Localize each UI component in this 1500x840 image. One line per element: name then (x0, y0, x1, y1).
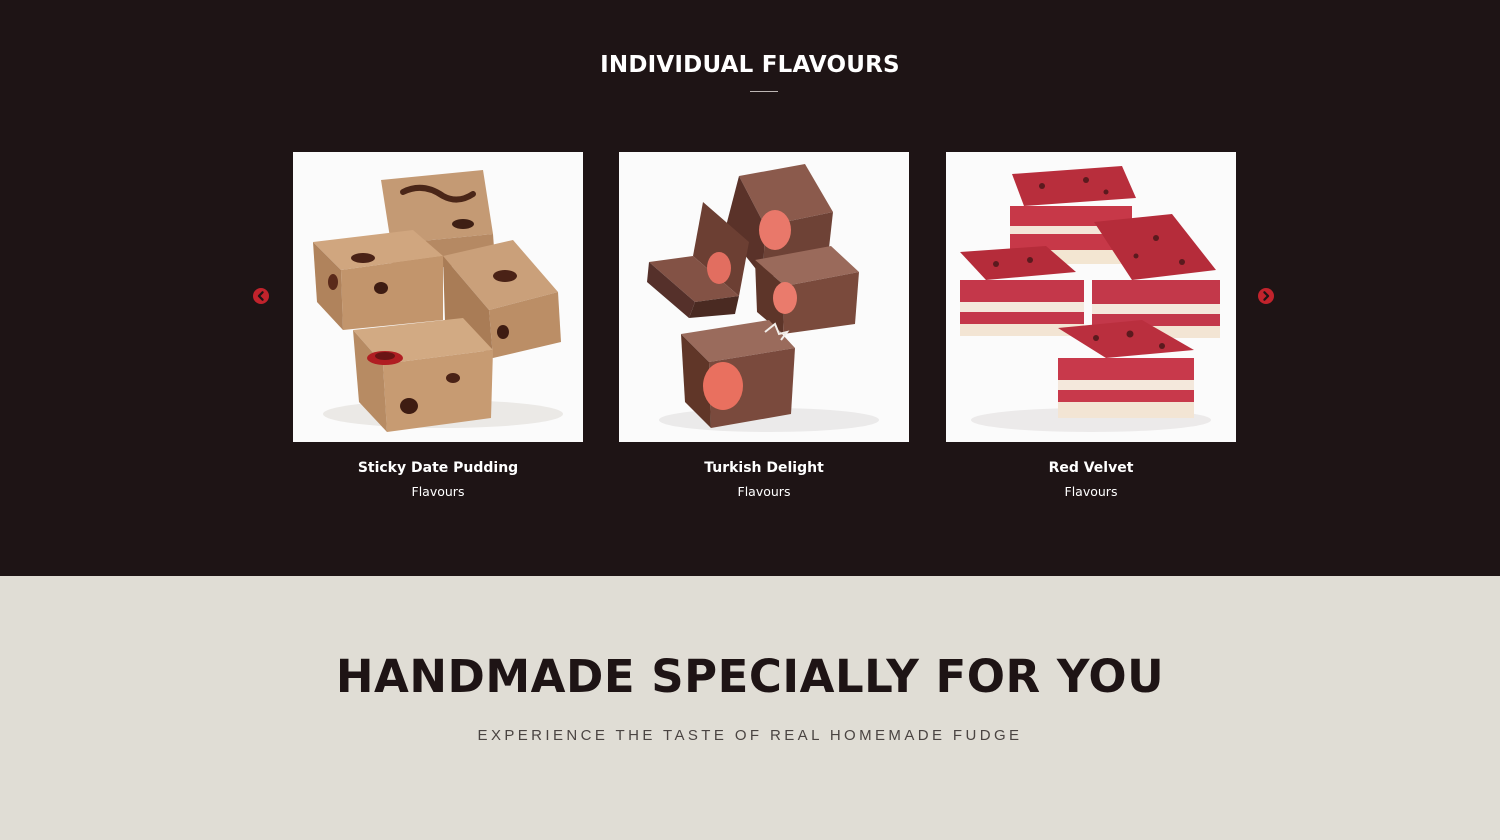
title-divider (750, 91, 778, 92)
flavour-image-sticky-date[interactable] (293, 152, 583, 442)
flavour-category: Flavours (1064, 484, 1118, 499)
flavour-category: Flavours (737, 484, 791, 499)
flavour-card[interactable]: Sticky Date Pudding Flavours (293, 152, 583, 499)
flavour-image-red-velvet[interactable] (946, 152, 1236, 442)
flavour-card[interactable]: Turkish Delight Flavours (619, 152, 909, 499)
carousel-next-button[interactable] (1258, 288, 1274, 304)
flavours-section: INDIVIDUAL FLAVOURS Sticky Date Pudding … (0, 0, 1500, 576)
flavour-name[interactable]: Sticky Date Pudding (293, 460, 583, 476)
promo-title: HANDMADE SPECIALLY FOR YOU (335, 650, 1165, 703)
flavour-card[interactable]: Red Velvet Flavours (946, 152, 1236, 499)
section-title: INDIVIDUAL FLAVOURS (600, 52, 900, 78)
chevron-left-icon (257, 291, 264, 301)
flavour-category: Flavours (411, 484, 465, 499)
flavour-image-turkish-delight[interactable] (619, 152, 909, 442)
flavour-name[interactable]: Red Velvet (946, 460, 1236, 476)
chevron-right-icon (1263, 291, 1270, 301)
flavour-name[interactable]: Turkish Delight (619, 460, 909, 476)
promo-subtitle: EXPERIENCE THE TASTE OF REAL HOMEMADE FU… (477, 727, 1023, 744)
carousel-prev-button[interactable] (253, 288, 269, 304)
